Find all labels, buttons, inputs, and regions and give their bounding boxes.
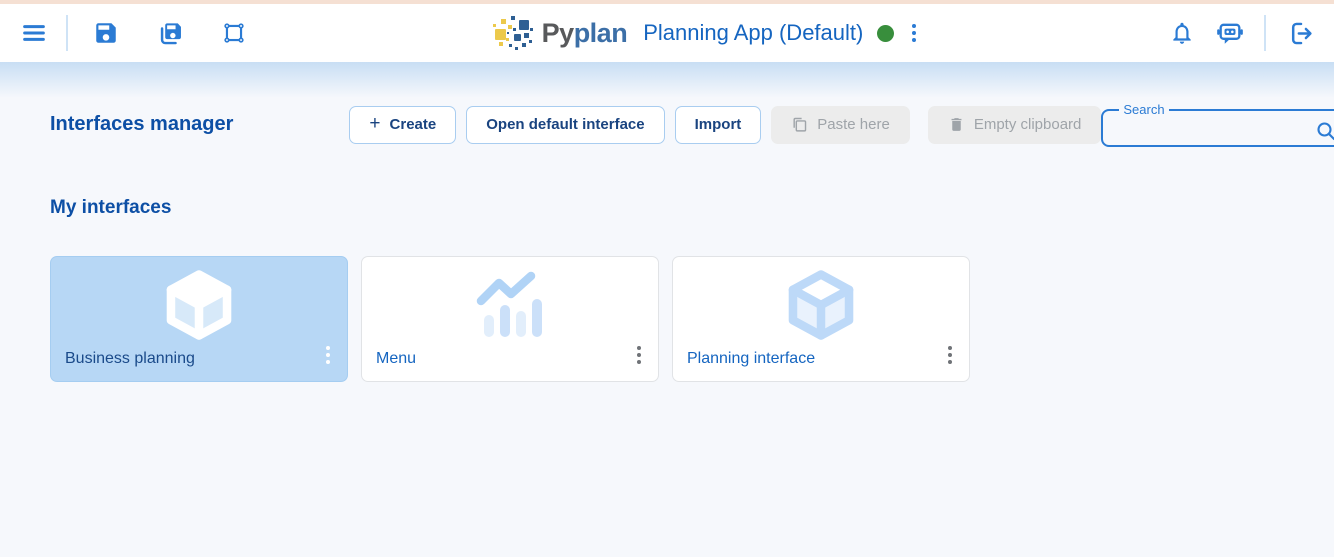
wordmark-plan: plan [574,18,628,48]
plus-icon: + [369,114,380,133]
action-buttons: + Create Open default interface Import P… [349,106,1101,144]
empty-clipboard-label: Empty clipboard [974,116,1082,133]
paste-here-button[interactable]: Paste here [771,106,910,144]
save-button[interactable] [86,13,126,53]
card-menu-kebab-button[interactable] [320,340,336,370]
header-divider-right [1264,15,1266,51]
trash-icon [948,116,965,133]
search-icon [1314,119,1334,143]
logout-icon [1287,20,1314,47]
card-menu[interactable]: Menu [361,256,659,382]
card-menu-kebab-button[interactable] [942,340,958,370]
search-input[interactable] [1113,119,1312,143]
chart-icon [467,263,553,347]
paste-icon [791,116,808,133]
menu-button[interactable] [14,13,54,53]
app-title: Planning App (Default) [643,20,863,46]
open-default-interface-button[interactable]: Open default interface [466,106,664,144]
toolbar-row: Interfaces manager + Create Open default… [50,102,1284,147]
save-all-button[interactable] [150,13,190,53]
page-title: Interfaces manager [50,113,233,136]
pyplan-logo-icon [492,12,534,54]
header-left-group [14,13,254,53]
app-menu-kebab-button[interactable] [904,16,924,50]
card-menu-kebab-button[interactable] [631,340,647,370]
card-business-planning[interactable]: Business planning [50,256,348,382]
notifications-bell-icon [1169,20,1195,46]
empty-clipboard-button[interactable]: Empty clipboard [928,106,1102,144]
import-button[interactable]: Import [675,106,762,144]
menu-icon [20,19,48,47]
wordmark-py: Py [542,18,574,48]
card-planning-interface[interactable]: Planning interface [672,256,970,382]
interfaces-card-grid: Business planning Menu [50,256,1284,382]
import-button-label: Import [695,116,742,133]
search-field: Search [1101,102,1334,147]
search-submit-button[interactable] [1312,117,1334,145]
app-header: Pyplan Planning App (Default) [0,4,1334,62]
card-label: Business planning [65,350,195,368]
notifications-button[interactable] [1162,13,1202,53]
cube-icon [782,263,860,347]
header-divider-left [66,15,68,51]
search-container: Search [1101,102,1334,147]
card-label: Planning interface [687,350,815,368]
cube-icon [160,263,238,347]
header-right-group [1162,13,1320,53]
chatbot-button[interactable] [1210,13,1250,53]
save-icon [93,20,119,46]
chatbot-icon [1216,19,1244,47]
transform-icon [221,20,247,46]
logout-button[interactable] [1280,13,1320,53]
section-title: My interfaces [50,197,1284,219]
create-button-label: Create [390,116,437,133]
create-button[interactable]: + Create [349,106,456,144]
save-all-icon [157,20,184,47]
paste-here-label: Paste here [817,116,890,133]
open-default-interface-label: Open default interface [486,116,644,133]
main-content: Interfaces manager + Create Open default… [0,62,1334,557]
status-dot [877,25,894,42]
transform-button[interactable] [214,13,254,53]
search-label: Search [1119,102,1168,117]
pyplan-wordmark: Pyplan [542,18,628,49]
header-center-group: Pyplan Planning App (Default) [254,12,1162,54]
card-label: Menu [376,350,416,368]
